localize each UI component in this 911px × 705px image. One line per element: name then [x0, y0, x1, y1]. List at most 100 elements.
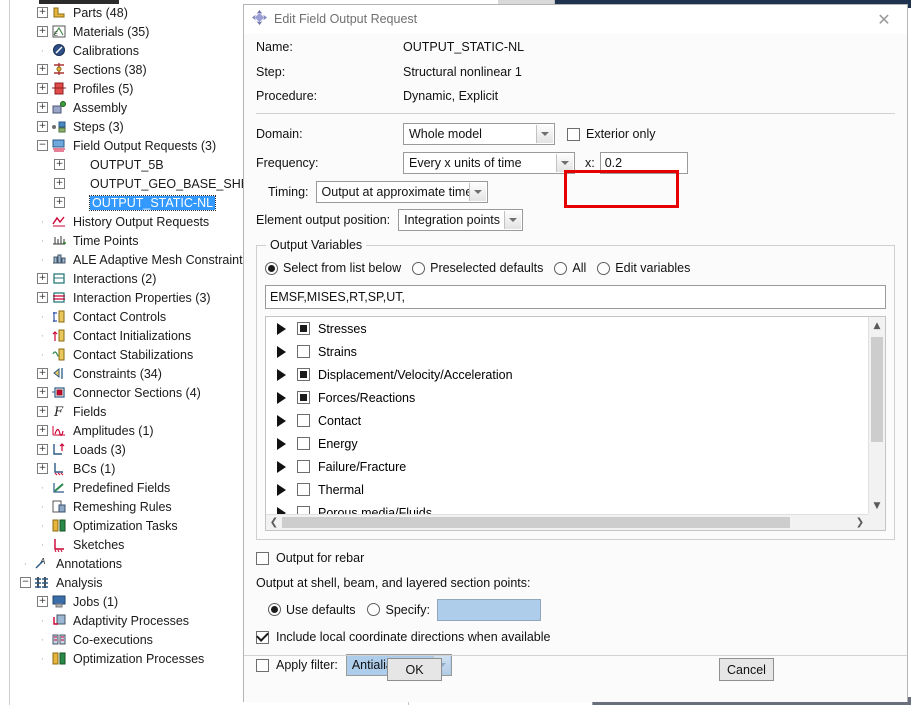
- variable-tree-row[interactable]: Forces/Reactions: [266, 386, 868, 409]
- variable-checkbox[interactable]: [297, 437, 310, 450]
- tree-item[interactable]: · A Annotations: [0, 554, 243, 573]
- variable-checkbox[interactable]: [297, 322, 310, 335]
- tree-item[interactable]: · Optimization Tasks: [0, 516, 243, 535]
- tree-item[interactable]: − Field Output Requests (3): [0, 136, 243, 155]
- horizontal-scroll-thumb[interactable]: [282, 517, 790, 528]
- element-output-position-select[interactable]: Integration points: [398, 209, 524, 231]
- tree-item[interactable]: · History Output Requests: [0, 212, 243, 231]
- expand-triangle-icon[interactable]: [277, 506, 286, 514]
- tree-item[interactable]: + Jobs (1): [0, 592, 243, 611]
- variables-list-horizontal-scrollbar[interactable]: ❮ ❯: [266, 514, 868, 530]
- expand-triangle-icon[interactable]: [277, 483, 286, 496]
- tree-item[interactable]: + OUTPUT_GEO_BASE_SHEAR_TB: [0, 174, 243, 193]
- model-tree-panel[interactable]: + Parts (48) + E Materials (35) · Calibrations…: [0, 0, 243, 705]
- expand-triangle-icon[interactable]: [277, 322, 286, 335]
- variable-tree-row[interactable]: Stresses: [266, 317, 868, 340]
- variable-checkbox[interactable]: [297, 506, 310, 514]
- tree-item[interactable]: + Parts (48): [0, 3, 243, 22]
- expand-icon[interactable]: +: [37, 463, 48, 474]
- variable-checkbox[interactable]: [297, 368, 310, 381]
- vertical-scroll-thumb[interactable]: [871, 337, 883, 442]
- variable-checkbox[interactable]: [297, 483, 310, 496]
- expand-triangle-icon[interactable]: [277, 345, 286, 358]
- timing-select[interactable]: Output at approximate times: [315, 180, 488, 203]
- expand-icon[interactable]: +: [37, 83, 48, 94]
- expand-icon[interactable]: +: [54, 197, 65, 208]
- chevron-left-icon[interactable]: ❮: [266, 517, 282, 528]
- variables-tree-list[interactable]: Stresses Strains Displacement/Velocity/Acc…: [265, 316, 886, 531]
- tree-item[interactable]: · Predefined Fields: [0, 478, 243, 497]
- frequency-x-input[interactable]: 0.2: [599, 151, 688, 174]
- dialog-title-bar[interactable]: Edit Field Output Request ✕: [244, 5, 907, 34]
- close-icon[interactable]: ✕: [867, 7, 901, 31]
- variable-checkbox[interactable]: [297, 460, 310, 473]
- radio-use-defaults[interactable]: [268, 603, 281, 616]
- variable-checkbox[interactable]: [297, 391, 310, 404]
- tree-item[interactable]: + Assembly: [0, 98, 243, 117]
- expand-icon[interactable]: +: [37, 7, 48, 18]
- tree-item[interactable]: + Sections (38): [0, 60, 243, 79]
- expand-icon[interactable]: +: [37, 121, 48, 132]
- tree-item[interactable]: + Loads (3): [0, 440, 243, 459]
- expand-triangle-icon[interactable]: [277, 391, 286, 404]
- tree-item[interactable]: + BCs (1): [0, 459, 243, 478]
- radio-preselected-defaults[interactable]: [412, 261, 426, 275]
- output-for-rebar-checkbox[interactable]: [256, 551, 269, 565]
- tree-item[interactable]: + Steps (3): [0, 117, 243, 136]
- tree-item[interactable]: · Remeshing Rules: [0, 497, 243, 516]
- variables-list-vertical-scrollbar[interactable]: ▲ ▼: [868, 317, 885, 514]
- tree-item[interactable]: − Analysis: [0, 573, 243, 592]
- expand-triangle-icon[interactable]: [277, 437, 286, 450]
- expand-icon[interactable]: +: [54, 159, 65, 170]
- tree-item[interactable]: + Amplitudes (1): [0, 421, 243, 440]
- tree-item[interactable]: · Co-executions: [0, 630, 243, 649]
- expand-icon[interactable]: +: [37, 26, 48, 37]
- tree-item[interactable]: + Connector Sections (4): [0, 383, 243, 402]
- tree-item[interactable]: + Profiles (5): [0, 79, 243, 98]
- expand-icon[interactable]: +: [37, 64, 48, 75]
- variable-tree-row[interactable]: Strains: [266, 340, 868, 363]
- specify-input[interactable]: [436, 598, 541, 621]
- variable-tree-row[interactable]: Displacement/Velocity/Acceleration: [266, 363, 868, 386]
- expand-icon[interactable]: +: [37, 596, 48, 607]
- frequency-select[interactable]: Every x units of time: [403, 151, 575, 174]
- collapse-icon[interactable]: −: [37, 140, 48, 151]
- tree-item[interactable]: · Optimization Processes: [0, 649, 243, 668]
- variables-input[interactable]: EMSF,MISES,RT,SP,UT,: [265, 285, 886, 309]
- tree-item[interactable]: + OUTPUT_5B: [0, 155, 243, 174]
- expand-icon[interactable]: +: [37, 406, 48, 417]
- variable-checkbox[interactable]: [297, 345, 310, 358]
- tree-item[interactable]: · Contact Controls: [0, 307, 243, 326]
- expand-icon[interactable]: +: [37, 387, 48, 398]
- tree-item[interactable]: · Contact Initializations: [0, 326, 243, 345]
- local-coords-checkbox[interactable]: [256, 630, 269, 644]
- expand-icon[interactable]: +: [37, 102, 48, 113]
- expand-icon[interactable]: +: [37, 425, 48, 436]
- collapse-icon[interactable]: −: [20, 577, 31, 588]
- variable-checkbox[interactable]: [297, 414, 310, 427]
- variable-tree-row[interactable]: Failure/Fracture: [266, 455, 868, 478]
- expand-icon[interactable]: +: [37, 444, 48, 455]
- expand-triangle-icon[interactable]: [277, 414, 286, 427]
- tree-item[interactable]: + OUTPUT_STATIC-NL: [0, 193, 243, 212]
- variable-tree-row[interactable]: Contact: [266, 409, 868, 432]
- domain-select[interactable]: Whole model: [403, 123, 555, 145]
- expand-icon[interactable]: +: [37, 273, 48, 284]
- edit-field-output-request-dialog[interactable]: Edit Field Output Request ✕ Name: OUTPUT…: [243, 4, 908, 702]
- expand-icon[interactable]: +: [37, 368, 48, 379]
- radio-specify[interactable]: [367, 603, 381, 616]
- exterior-only-checkbox[interactable]: [567, 127, 580, 141]
- chevron-up-icon[interactable]: ▲: [869, 317, 885, 334]
- radio-edit-variables[interactable]: [597, 261, 611, 275]
- tree-item[interactable]: · Adaptivity Processes: [0, 611, 243, 630]
- chevron-down-icon[interactable]: ▼: [869, 497, 885, 514]
- tree-item[interactable]: · Sketches: [0, 535, 243, 554]
- tree-item[interactable]: + Interaction Properties (3): [0, 288, 243, 307]
- expand-triangle-icon[interactable]: [277, 460, 286, 473]
- tree-item[interactable]: + E Materials (35): [0, 22, 243, 41]
- radio-all[interactable]: [554, 261, 568, 275]
- tree-item[interactable]: · ALE Adaptive Mesh Constraints: [0, 250, 243, 269]
- variable-tree-row[interactable]: Energy: [266, 432, 868, 455]
- tree-item[interactable]: + F Fields: [0, 402, 243, 421]
- tree-item[interactable]: · Calibrations: [0, 41, 243, 60]
